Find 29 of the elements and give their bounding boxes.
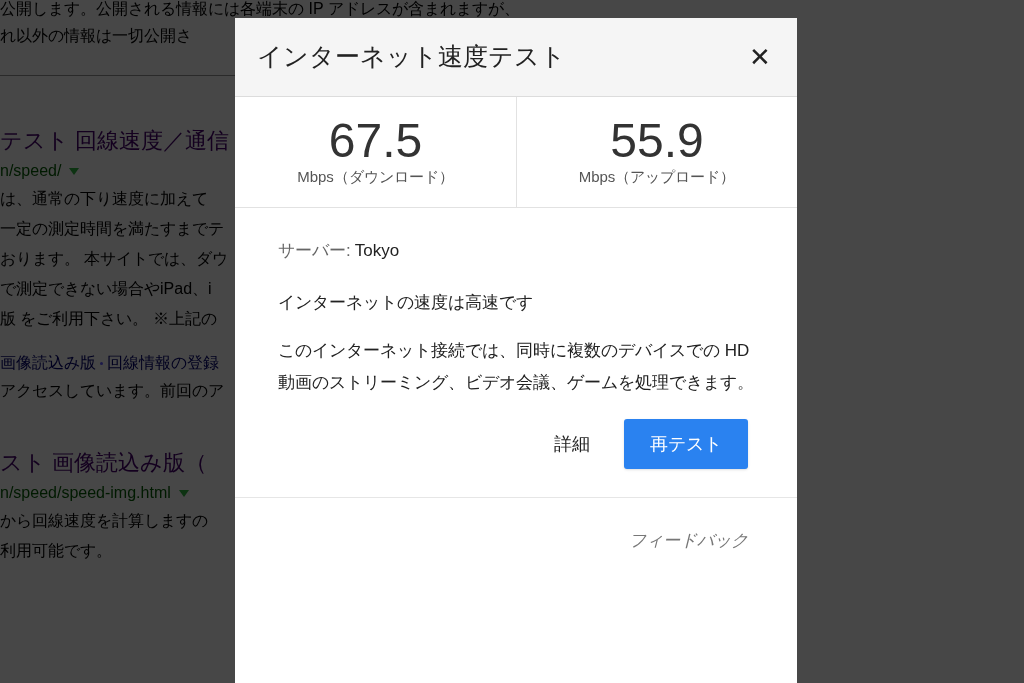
speed-value: 67.5	[328, 115, 423, 166]
snippet-text: おります。 本サイトでは、ダウ	[0, 249, 229, 269]
speed-unit: Mbps（アップロード）	[578, 166, 736, 187]
details-button[interactable]: 詳細	[554, 430, 590, 458]
snippet-text: 公開します。公開される情報には各端末の IP アドレスが含まれますが、	[0, 0, 520, 17]
speed-unit: Mbps（ダウンロード）	[297, 166, 454, 187]
snippet-text: は、通常の下り速度に加えて	[0, 189, 208, 209]
server-label: サーバー:	[278, 240, 351, 262]
speed-verdict: インターネットの速度は高速です	[278, 291, 533, 314]
snippet-text: 利用可能です。	[0, 541, 112, 561]
snippet-text: で測定できない場合やiPad、i	[0, 279, 212, 299]
dropdown-icon[interactable]	[69, 167, 80, 175]
description-text: このインターネット接続では、同時に複数のデバイスでの HD 動画のストリーミング、ビデオ会議、ゲームを処理できます。	[278, 340, 754, 394]
close-button[interactable]: ✕	[749, 44, 771, 70]
snippet-text: 版 をご利用下さい。 ※上記の	[0, 309, 217, 329]
snippet-text: アクセスしています。前回のア	[0, 381, 224, 401]
server-name: Tokyo	[354, 240, 400, 262]
result-title[interactable]: テスト 回線速度／通信	[0, 124, 230, 158]
sitelink[interactable]: 回線情報の登録	[107, 350, 219, 376]
feedback-link[interactable]: フィードバック	[629, 528, 748, 554]
retest-button[interactable]: 再テスト	[624, 419, 748, 469]
result-url: n/speed/	[0, 161, 62, 181]
result-title[interactable]: スト 画像読込み版（	[0, 446, 208, 480]
sitelink[interactable]: 画像読込み版	[0, 350, 96, 376]
dialog-title: インターネット速度テスト	[257, 41, 566, 73]
snippet-text: から回線速度を計算しますの	[0, 511, 208, 531]
dropdown-icon[interactable]	[178, 489, 189, 497]
speed-value: 55.9	[610, 115, 704, 166]
result-url: n/speed/speed-img.html	[0, 483, 171, 503]
